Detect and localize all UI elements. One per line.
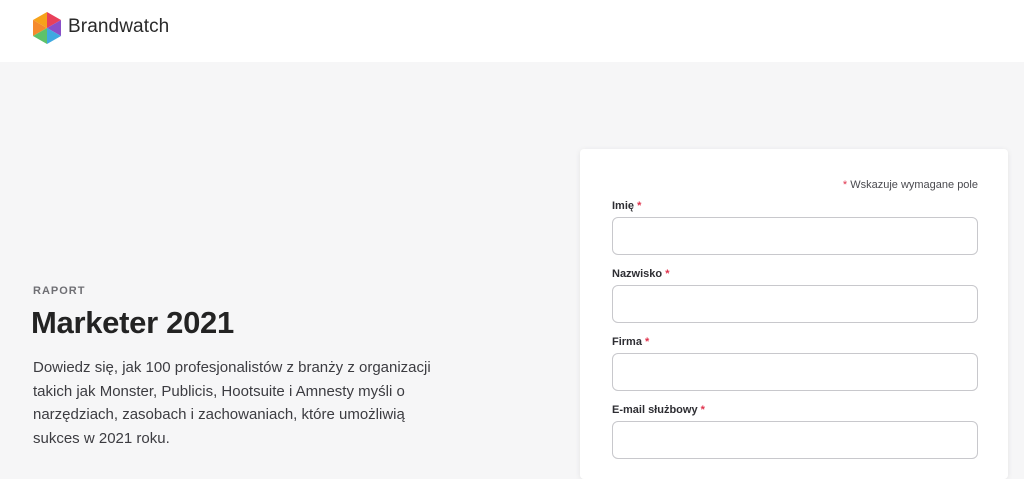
brand-name[interactable]: Brandwatch <box>68 16 169 38</box>
top-navigation-bar: Brandwatch <box>0 0 1024 62</box>
required-note-text: Wskazuje wymagane pole <box>850 179 978 191</box>
work-email-input[interactable] <box>612 421 978 459</box>
required-asterisk: * <box>637 200 642 212</box>
report-description: Dowiedz się, jak 100 profesjonalistów z … <box>33 359 431 447</box>
work-email-label: E-mail służbowy * <box>612 404 705 416</box>
first-name-label-text: Imię <box>612 200 635 212</box>
company-label: Firma * <box>612 336 649 348</box>
required-asterisk: * <box>842 179 848 191</box>
registration-form: * Wskazuje wymagane pole Imię * Nazwisko… <box>580 149 1008 479</box>
required-asterisk: * <box>645 336 650 348</box>
first-name-input[interactable] <box>612 217 978 255</box>
company-label-text: Firma <box>612 336 642 348</box>
company-input[interactable] <box>612 353 978 391</box>
last-name-label-text: Nazwisko <box>612 268 663 280</box>
required-asterisk: * <box>665 268 670 280</box>
required-field-note: * Wskazuje wymagane pole <box>843 179 978 191</box>
page-title: Marketer 2021 <box>31 305 234 340</box>
first-name-label: Imię * <box>612 200 641 212</box>
brandwatch-logo-icon[interactable] <box>31 11 63 45</box>
report-eyebrow: RAPORT <box>33 285 86 297</box>
last-name-label: Nazwisko * <box>612 268 669 280</box>
last-name-input[interactable] <box>612 285 978 323</box>
work-email-label-text: E-mail służbowy <box>612 404 698 416</box>
required-asterisk: * <box>700 404 705 416</box>
